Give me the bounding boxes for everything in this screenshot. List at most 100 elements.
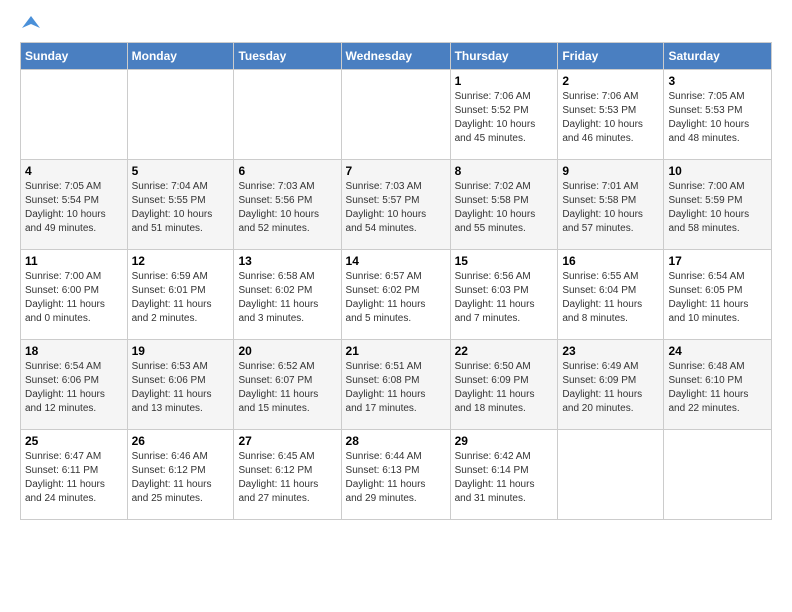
calendar-cell: 7 Sunrise: 7:03 AM Sunset: 5:57 PM Daylig… bbox=[341, 160, 450, 250]
day-info: Sunrise: 6:50 AM Sunset: 6:09 PM Dayligh… bbox=[455, 360, 554, 416]
day-number: 4 bbox=[25, 164, 123, 178]
day-number: 3 bbox=[668, 74, 767, 88]
page-header bbox=[20, 16, 772, 32]
day-number: 6 bbox=[238, 164, 336, 178]
day-number: 12 bbox=[132, 254, 230, 268]
day-number: 17 bbox=[668, 254, 767, 268]
calendar-cell bbox=[234, 70, 341, 160]
day-number: 5 bbox=[132, 164, 230, 178]
day-info: Sunrise: 6:48 AM Sunset: 6:10 PM Dayligh… bbox=[668, 360, 767, 416]
col-thursday: Thursday bbox=[450, 43, 558, 70]
calendar-week-row: 4 Sunrise: 7:05 AM Sunset: 5:54 PM Daylig… bbox=[21, 160, 772, 250]
col-friday: Friday bbox=[558, 43, 664, 70]
calendar-cell: 6Sunrise: 7:03 AM Sunset: 5:56 PM Daylig… bbox=[234, 160, 341, 250]
day-number: 25 bbox=[25, 434, 123, 448]
day-number: 11 bbox=[25, 254, 123, 268]
calendar-week-row: 25 Sunrise: 6:47 AM Sunset: 6:11 PM Dayli… bbox=[21, 430, 772, 520]
day-number: 13 bbox=[238, 254, 336, 268]
calendar-cell: 8 Sunrise: 7:02 AM Sunset: 5:58 PM Daylig… bbox=[450, 160, 558, 250]
logo bbox=[20, 16, 40, 32]
calendar-cell: 29Sunrise: 6:42 AM Sunset: 6:14 PM Dayli… bbox=[450, 430, 558, 520]
day-number: 27 bbox=[238, 434, 336, 448]
day-info: Sunrise: 7:05 AM Sunset: 5:53 PM Dayligh… bbox=[668, 90, 767, 146]
calendar-cell bbox=[21, 70, 128, 160]
calendar-cell: 23 Sunrise: 6:49 AM Sunset: 6:09 PM Dayli… bbox=[558, 340, 664, 430]
day-number: 1 bbox=[455, 74, 554, 88]
day-info: Sunrise: 6:53 AM Sunset: 6:06 PM Dayligh… bbox=[132, 360, 230, 416]
calendar-cell: 25 Sunrise: 6:47 AM Sunset: 6:11 PM Dayli… bbox=[21, 430, 128, 520]
day-info: Sunrise: 6:49 AM Sunset: 6:09 PM Dayligh… bbox=[562, 360, 659, 416]
calendar-cell: 26 Sunrise: 6:46 AM Sunset: 6:12 PM Dayli… bbox=[127, 430, 234, 520]
col-tuesday: Tuesday bbox=[234, 43, 341, 70]
day-info: Sunrise: 7:04 AM Sunset: 5:55 PM Dayligh… bbox=[132, 180, 230, 236]
calendar-cell bbox=[341, 70, 450, 160]
calendar-cell: 20 Sunrise: 6:52 AM Sunset: 6:07 PM Dayli… bbox=[234, 340, 341, 430]
day-number: 23 bbox=[562, 344, 659, 358]
calendar-cell: 5 Sunrise: 7:04 AM Sunset: 5:55 PM Daylig… bbox=[127, 160, 234, 250]
calendar-cell: 1 Sunrise: 7:06 AM Sunset: 5:52 PM Daylig… bbox=[450, 70, 558, 160]
logo-bird-icon bbox=[22, 14, 40, 32]
calendar-cell: 9 Sunrise: 7:01 AM Sunset: 5:58 PM Daylig… bbox=[558, 160, 664, 250]
day-info: Sunrise: 7:03 AM Sunset: 5:57 PM Dayligh… bbox=[346, 180, 446, 236]
day-number: 20 bbox=[238, 344, 336, 358]
col-saturday: Saturday bbox=[664, 43, 772, 70]
day-number: 9 bbox=[562, 164, 659, 178]
calendar-cell: 28 Sunrise: 6:44 AM Sunset: 6:13 PM Dayli… bbox=[341, 430, 450, 520]
calendar-cell: 27 Sunrise: 6:45 AM Sunset: 6:12 PM Dayli… bbox=[234, 430, 341, 520]
day-number: 16 bbox=[562, 254, 659, 268]
calendar-cell bbox=[127, 70, 234, 160]
col-monday: Monday bbox=[127, 43, 234, 70]
calendar-table: Sunday Monday Tuesday Wednesday Thursday… bbox=[20, 42, 772, 520]
day-info: Sunrise: 6:44 AM Sunset: 6:13 PM Dayligh… bbox=[346, 450, 446, 506]
day-info: Sunrise: 6:52 AM Sunset: 6:07 PM Dayligh… bbox=[238, 360, 336, 416]
day-info: Sunrise: 6:58 AM Sunset: 6:02 PM Dayligh… bbox=[238, 270, 336, 326]
day-info: Sunrise: 6:51 AM Sunset: 6:08 PM Dayligh… bbox=[346, 360, 446, 416]
day-info: Sunrise: 7:02 AM Sunset: 5:58 PM Dayligh… bbox=[455, 180, 554, 236]
day-info: Sunrise: 6:55 AM Sunset: 6:04 PM Dayligh… bbox=[562, 270, 659, 326]
calendar-cell: 11 Sunrise: 7:00 AM Sunset: 6:00 PM Dayli… bbox=[21, 250, 128, 340]
col-wednesday: Wednesday bbox=[341, 43, 450, 70]
calendar-cell: 17Sunrise: 6:54 AM Sunset: 6:05 PM Dayli… bbox=[664, 250, 772, 340]
calendar-cell: 10 Sunrise: 7:00 AM Sunset: 5:59 PM Dayli… bbox=[664, 160, 772, 250]
calendar-cell: 13 Sunrise: 6:58 AM Sunset: 6:02 PM Dayli… bbox=[234, 250, 341, 340]
day-number: 18 bbox=[25, 344, 123, 358]
day-number: 8 bbox=[455, 164, 554, 178]
day-number: 24 bbox=[668, 344, 767, 358]
day-info: Sunrise: 6:46 AM Sunset: 6:12 PM Dayligh… bbox=[132, 450, 230, 506]
day-info: Sunrise: 7:06 AM Sunset: 5:53 PM Dayligh… bbox=[562, 90, 659, 146]
day-info: Sunrise: 6:42 AM Sunset: 6:14 PM Dayligh… bbox=[455, 450, 554, 506]
day-number: 10 bbox=[668, 164, 767, 178]
day-info: Sunrise: 6:54 AM Sunset: 6:06 PM Dayligh… bbox=[25, 360, 123, 416]
day-info: Sunrise: 6:57 AM Sunset: 6:02 PM Dayligh… bbox=[346, 270, 446, 326]
day-info: Sunrise: 7:06 AM Sunset: 5:52 PM Dayligh… bbox=[455, 90, 554, 146]
calendar-cell: 4 Sunrise: 7:05 AM Sunset: 5:54 PM Daylig… bbox=[21, 160, 128, 250]
day-info: Sunrise: 6:59 AM Sunset: 6:01 PM Dayligh… bbox=[132, 270, 230, 326]
calendar-cell: 21 Sunrise: 6:51 AM Sunset: 6:08 PM Dayli… bbox=[341, 340, 450, 430]
calendar-cell: 15 Sunrise: 6:56 AM Sunset: 6:03 PM Dayli… bbox=[450, 250, 558, 340]
day-number: 21 bbox=[346, 344, 446, 358]
day-info: Sunrise: 7:00 AM Sunset: 6:00 PM Dayligh… bbox=[25, 270, 123, 326]
day-info: Sunrise: 7:00 AM Sunset: 5:59 PM Dayligh… bbox=[668, 180, 767, 236]
calendar-week-row: 1 Sunrise: 7:06 AM Sunset: 5:52 PM Daylig… bbox=[21, 70, 772, 160]
day-number: 26 bbox=[132, 434, 230, 448]
calendar-cell: 18 Sunrise: 6:54 AM Sunset: 6:06 PM Dayli… bbox=[21, 340, 128, 430]
day-info: Sunrise: 7:01 AM Sunset: 5:58 PM Dayligh… bbox=[562, 180, 659, 236]
day-number: 28 bbox=[346, 434, 446, 448]
calendar-cell: 22 Sunrise: 6:50 AM Sunset: 6:09 PM Dayli… bbox=[450, 340, 558, 430]
day-info: Sunrise: 6:47 AM Sunset: 6:11 PM Dayligh… bbox=[25, 450, 123, 506]
day-number: 2 bbox=[562, 74, 659, 88]
day-info: Sunrise: 6:56 AM Sunset: 6:03 PM Dayligh… bbox=[455, 270, 554, 326]
day-info: Sunrise: 7:05 AM Sunset: 5:54 PM Dayligh… bbox=[25, 180, 123, 236]
day-number: 15 bbox=[455, 254, 554, 268]
day-number: 22 bbox=[455, 344, 554, 358]
calendar-week-row: 18 Sunrise: 6:54 AM Sunset: 6:06 PM Dayli… bbox=[21, 340, 772, 430]
day-info: Sunrise: 6:45 AM Sunset: 6:12 PM Dayligh… bbox=[238, 450, 336, 506]
calendar-cell: 3 Sunrise: 7:05 AM Sunset: 5:53 PM Daylig… bbox=[664, 70, 772, 160]
calendar-cell: 2 Sunrise: 7:06 AM Sunset: 5:53 PM Daylig… bbox=[558, 70, 664, 160]
calendar-cell: 14 Sunrise: 6:57 AM Sunset: 6:02 PM Dayli… bbox=[341, 250, 450, 340]
calendar-cell: 16 Sunrise: 6:55 AM Sunset: 6:04 PM Dayli… bbox=[558, 250, 664, 340]
day-number: 14 bbox=[346, 254, 446, 268]
day-number: 7 bbox=[346, 164, 446, 178]
calendar-cell bbox=[664, 430, 772, 520]
calendar-cell bbox=[558, 430, 664, 520]
